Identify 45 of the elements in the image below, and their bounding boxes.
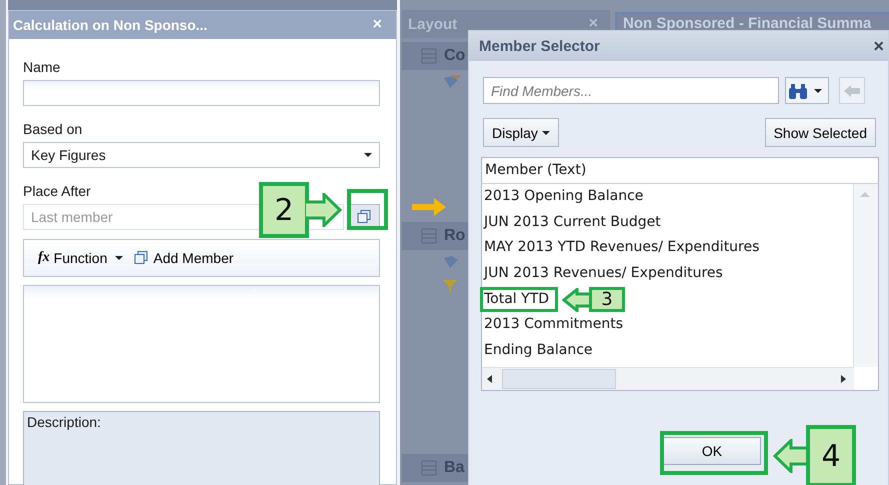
add-member-button[interactable]: Add Member [133, 250, 234, 266]
description-field[interactable]: Description: [23, 411, 380, 485]
step-number: 4 [806, 425, 856, 485]
field-label: Based on [23, 121, 84, 137]
arrow-icon [773, 439, 809, 473]
list-item[interactable]: JUN 2013 Current Budget [482, 210, 661, 236]
lines-icon [420, 227, 438, 245]
search-field[interactable]: Find Members... [483, 77, 779, 104]
close-icon[interactable]: × [873, 36, 884, 56]
dimension-icon [442, 74, 462, 90]
dialog-title: Member Selector [479, 38, 600, 54]
step-number: 2 [259, 182, 309, 238]
list-item[interactable]: Ending Balance [482, 338, 593, 364]
show-selected-button[interactable]: Show Selected [764, 118, 876, 147]
panel-title: Layout [408, 16, 458, 32]
list-item[interactable]: 2013 Opening Balance [482, 184, 644, 210]
arrow-icon [412, 198, 446, 216]
field-label: Name [23, 59, 62, 75]
field-label: Place After [23, 183, 92, 199]
copy-icon [356, 209, 372, 225]
dropdown[interactable]: Key Figures [23, 142, 380, 168]
list-item[interactable]: MAY 2013 YTD Revenues/ Expenditures [482, 235, 760, 262]
dialog-title: Calculation on Non Sponso... [13, 17, 208, 33]
binoculars-icon [788, 82, 808, 100]
copy-icon [133, 250, 150, 266]
arrow-icon [843, 84, 861, 98]
step-number: 3 [589, 286, 626, 312]
lines-icon [420, 459, 438, 477]
list-item[interactable]: Total YTD [480, 286, 558, 312]
display-button[interactable]: Display [483, 118, 559, 147]
scrollbar[interactable] [482, 367, 854, 390]
filter-icon [442, 278, 458, 294]
function-button[interactable]: fx Function [38, 250, 124, 266]
scrollbar[interactable] [853, 184, 878, 367]
highlight-frame [347, 189, 388, 230]
list-item[interactable]: 2013 Commitments [482, 312, 623, 338]
arrow-icon [306, 193, 342, 227]
list-item[interactable]: JUN 2013 Revenues/ Expenditures [482, 261, 723, 287]
lines-icon [420, 47, 438, 65]
ok-button[interactable]: OK [663, 437, 761, 465]
formula-field[interactable] [23, 285, 380, 403]
search-button[interactable] [785, 77, 829, 104]
name-field[interactable] [23, 80, 380, 106]
column-header: Member (Text) [482, 158, 878, 184]
back-button[interactable] [839, 77, 865, 104]
